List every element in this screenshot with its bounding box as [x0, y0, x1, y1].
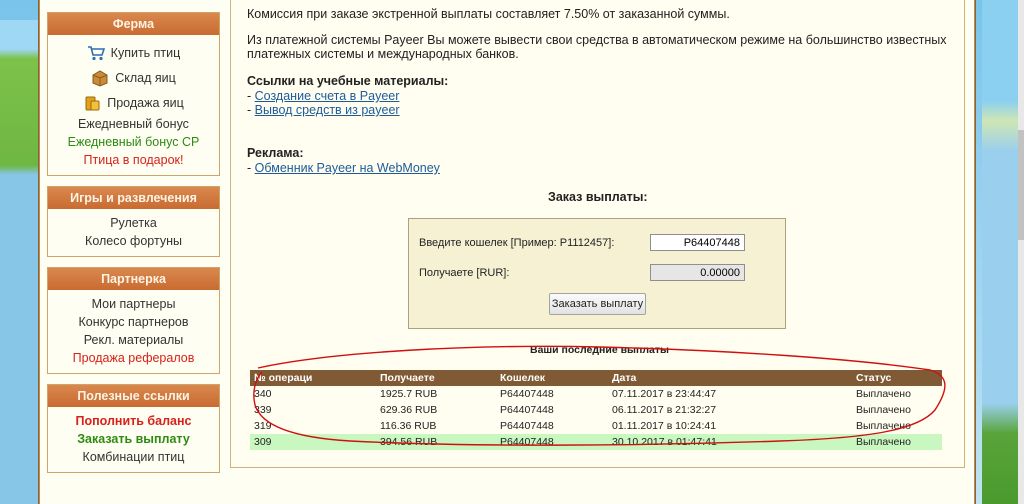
study-link-row: - Вывод средств из payeer [247, 103, 400, 118]
sidebar: Ферма Купить птиц Склад яиц Продажа яиц [47, 12, 220, 483]
sidebar-item-label: Склад яиц [115, 70, 176, 85]
cell-date: 30.10.2017 в 01:47:41 [608, 434, 852, 450]
column-header-date: Дата [608, 370, 852, 386]
link-prefix: - [247, 161, 255, 175]
sidebar-item-label: Продажа яиц [107, 95, 184, 110]
cell-date: 01.11.2017 в 10:24:41 [612, 420, 717, 432]
cell-status: Выплачено [856, 420, 911, 432]
cell-wallet: P64407448 [500, 420, 554, 432]
cell-status: Выплачено [856, 404, 911, 416]
sidebar-item-ad-materials[interactable]: Рекл. материалы [48, 331, 219, 349]
ad-link-row: - Обменник Payeer на WebMoney [247, 161, 440, 176]
ad-heading: Реклама: [247, 146, 304, 160]
sidebar-item-gift-bird[interactable]: Птица в подарок! [48, 151, 219, 169]
scrollbar-thumb[interactable] [1018, 130, 1024, 240]
sidebar-item-buy-birds[interactable]: Купить птиц [48, 40, 219, 65]
order-payout-button[interactable]: Заказать выплату [549, 293, 646, 315]
sidebar-block-games: Игры и развлечения Рулетка Колесо фортун… [47, 186, 220, 257]
cell-operation: 340 [254, 388, 272, 400]
sidebar-item-egg-storage[interactable]: Склад яиц [48, 65, 219, 90]
scrollbar-track[interactable] [1018, 0, 1024, 504]
sidebar-item-daily-bonus[interactable]: Ежедневный бонус [48, 115, 219, 133]
study-link-row: - Создание счета в Payeer [247, 89, 399, 104]
sidebar-item-egg-sale[interactable]: Продажа яиц [48, 90, 219, 115]
sidebar-block-partner: Партнерка Мои партнеры Конкурс партнеров… [47, 267, 220, 374]
payouts-table: № операци Получаете Кошелек Дата Статус … [250, 370, 942, 450]
sidebar-item-roulette[interactable]: Рулетка [48, 214, 219, 232]
sidebar-title-games: Игры и развлечения [48, 187, 219, 209]
table-row: 319 116.36 RUB P64407448 01.11.2017 в 10… [250, 418, 942, 434]
column-header-operation: № операци [250, 370, 376, 386]
column-header-status: Статус [852, 370, 942, 386]
background-left [0, 20, 40, 504]
link-prefix: - [247, 89, 255, 103]
cell-amount: 629.36 RUB [380, 404, 438, 416]
payouts-title: Ваши последние выплаты [530, 344, 669, 356]
study-heading: Ссылки на учебные материалы: [247, 74, 449, 88]
cart-icon [87, 44, 105, 62]
column-header-wallet: Кошелек [496, 370, 608, 386]
receive-label: Получаете [RUR]: [419, 267, 510, 279]
cell-amount: 116.36 RUB [380, 420, 437, 432]
main-content: Комиссия при заказе экстренной выплаты с… [230, 0, 965, 504]
cell-date: 07.11.2017 в 23:44:47 [612, 388, 717, 400]
form-title: Заказ выплаты: [548, 190, 648, 204]
cell-wallet: P64407448 [500, 404, 554, 416]
column-header-amount: Получаете [376, 370, 496, 386]
link-withdraw-payeer[interactable]: Вывод средств из payeer [255, 103, 400, 117]
link-create-payeer[interactable]: Создание счета в Payeer [255, 89, 400, 103]
sidebar-title-links: Полезные ссылки [48, 385, 219, 407]
sidebar-item-my-partners[interactable]: Мои партнеры [48, 295, 219, 313]
cell-amount: 1925.7 RUB [380, 388, 438, 400]
cell-operation: 339 [254, 404, 272, 416]
cell-operation: 309 [250, 434, 376, 450]
sidebar-item-label: Купить птиц [110, 45, 181, 60]
sidebar-item-order-payout[interactable]: Заказать выплату [48, 430, 219, 448]
sidebar-item-wheel-of-fortune[interactable]: Колесо фортуны [48, 232, 219, 250]
commission-text: Комиссия при заказе экстренной выплаты с… [247, 7, 730, 21]
link-exchanger[interactable]: Обменник Payeer на WebMoney [255, 161, 440, 175]
cell-wallet: P64407448 [496, 434, 608, 450]
link-prefix: - [247, 103, 255, 117]
coins-icon [83, 94, 101, 112]
box-icon [91, 69, 109, 87]
table-row: 340 1925.7 RUB P64407448 07.11.2017 в 23… [250, 386, 942, 402]
cell-status: Выплачено [856, 388, 911, 400]
sidebar-title-partner: Партнерка [48, 268, 219, 290]
sidebar-item-bird-combos[interactable]: Комбинации птиц [48, 448, 219, 466]
sidebar-item-top-up[interactable]: Пополнить баланс [48, 412, 219, 430]
sidebar-item-daily-bonus-sr[interactable]: Ежедневный бонус СР [48, 133, 219, 151]
cell-operation: 319 [254, 420, 272, 432]
wallet-label: Введите кошелек [Пример: P1112457]: [419, 237, 615, 249]
payout-form: Введите кошелек [Пример: P1112457]: Полу… [408, 218, 786, 329]
sidebar-title-farm: Ферма [48, 13, 219, 35]
table-row: 309 394.56 RUB P64407448 30.10.2017 в 01… [250, 434, 942, 450]
cell-wallet: P64407448 [500, 388, 554, 400]
wallet-input[interactable] [650, 234, 745, 251]
cell-amount: 394.56 RUB [376, 434, 496, 450]
sidebar-block-farm: Ферма Купить птиц Склад яиц Продажа яиц [47, 12, 220, 176]
payeer-text-line2: платежных системы и международных банков… [247, 47, 519, 61]
sidebar-item-partner-contest[interactable]: Конкурс партнеров [48, 313, 219, 331]
sidebar-block-links: Полезные ссылки Пополнить баланс Заказат… [47, 384, 220, 473]
table-row: 339 629.36 RUB P64407448 06.11.2017 в 21… [250, 402, 942, 418]
sidebar-item-sell-referrals[interactable]: Продажа рефералов [48, 349, 219, 367]
receive-amount-field[interactable] [650, 264, 745, 281]
cell-date: 06.11.2017 в 21:32:27 [612, 404, 717, 416]
payeer-text-line1: Из платежной системы Payeer Вы можете вы… [247, 33, 947, 47]
cell-status: Выплачено [852, 434, 942, 450]
table-header-row: № операци Получаете Кошелек Дата Статус [250, 370, 942, 386]
